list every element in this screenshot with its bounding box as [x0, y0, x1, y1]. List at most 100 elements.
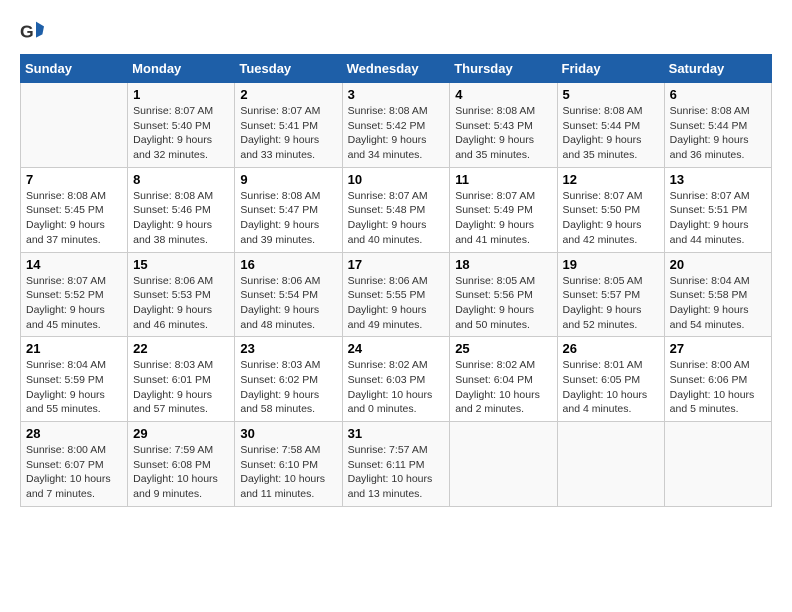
day-number: 10: [348, 172, 445, 187]
day-info: Sunrise: 8:08 AMSunset: 5:42 PMDaylight:…: [348, 104, 445, 163]
calendar-table: SundayMondayTuesdayWednesdayThursdayFrid…: [20, 54, 772, 507]
day-number: 31: [348, 426, 445, 441]
calendar-week-row: 21 Sunrise: 8:04 AMSunset: 5:59 PMDayligh…: [21, 337, 772, 422]
day-info: Sunrise: 8:08 AMSunset: 5:47 PMDaylight:…: [240, 189, 336, 248]
day-number: 3: [348, 87, 445, 102]
day-info: Sunrise: 8:07 AMSunset: 5:52 PMDaylight:…: [26, 274, 122, 333]
calendar-week-row: 28 Sunrise: 8:00 AMSunset: 6:07 PMDayligh…: [21, 422, 772, 507]
calendar-cell: 10 Sunrise: 8:07 AMSunset: 5:48 PMDayligh…: [342, 167, 450, 252]
day-info: Sunrise: 8:08 AMSunset: 5:46 PMDaylight:…: [133, 189, 229, 248]
day-number: 4: [455, 87, 551, 102]
day-info: Sunrise: 8:02 AMSunset: 6:03 PMDaylight:…: [348, 358, 445, 417]
calendar-week-row: 7 Sunrise: 8:08 AMSunset: 5:45 PMDaylight…: [21, 167, 772, 252]
calendar-cell: 20Sunrise: 8:04 AMSunset: 5:58 PMDayligh…: [664, 252, 771, 337]
day-number: 7: [26, 172, 122, 187]
calendar-cell: 14 Sunrise: 8:07 AMSunset: 5:52 PMDayligh…: [21, 252, 128, 337]
calendar-cell: [21, 83, 128, 168]
day-info: Sunrise: 7:57 AMSunset: 6:11 PMDaylight:…: [348, 443, 445, 502]
day-number: 1: [133, 87, 229, 102]
day-info: Sunrise: 8:04 AMSunset: 5:59 PMDaylight:…: [26, 358, 122, 417]
day-info: Sunrise: 7:58 AMSunset: 6:10 PMDaylight:…: [240, 443, 336, 502]
day-number: 13: [670, 172, 766, 187]
day-number: 14: [26, 257, 122, 272]
day-number: 28: [26, 426, 122, 441]
column-header-sunday: Sunday: [21, 55, 128, 83]
day-info: Sunrise: 8:01 AMSunset: 6:05 PMDaylight:…: [563, 358, 659, 417]
day-info: Sunrise: 8:03 AMSunset: 6:02 PMDaylight:…: [240, 358, 336, 417]
day-info: Sunrise: 8:07 AMSunset: 5:51 PMDaylight:…: [670, 189, 766, 248]
day-number: 17: [348, 257, 445, 272]
calendar-cell: 7 Sunrise: 8:08 AMSunset: 5:45 PMDaylight…: [21, 167, 128, 252]
calendar-cell: 17 Sunrise: 8:06 AMSunset: 5:55 PMDayligh…: [342, 252, 450, 337]
day-number: 21: [26, 341, 122, 356]
calendar-cell: 1 Sunrise: 8:07 AMSunset: 5:40 PMDaylight…: [128, 83, 235, 168]
day-info: Sunrise: 8:06 AMSunset: 5:53 PMDaylight:…: [133, 274, 229, 333]
calendar-cell: 23 Sunrise: 8:03 AMSunset: 6:02 PMDayligh…: [235, 337, 342, 422]
calendar-cell: 30 Sunrise: 7:58 AMSunset: 6:10 PMDayligh…: [235, 422, 342, 507]
calendar-cell: 19Sunrise: 8:05 AMSunset: 5:57 PMDayligh…: [557, 252, 664, 337]
day-info: Sunrise: 8:06 AMSunset: 5:55 PMDaylight:…: [348, 274, 445, 333]
calendar-cell: 15 Sunrise: 8:06 AMSunset: 5:53 PMDayligh…: [128, 252, 235, 337]
column-header-tuesday: Tuesday: [235, 55, 342, 83]
calendar-cell: 25 Sunrise: 8:02 AMSunset: 6:04 PMDayligh…: [450, 337, 557, 422]
day-info: Sunrise: 8:07 AMSunset: 5:41 PMDaylight:…: [240, 104, 336, 163]
day-info: Sunrise: 8:02 AMSunset: 6:04 PMDaylight:…: [455, 358, 551, 417]
day-number: 2: [240, 87, 336, 102]
calendar-cell: [557, 422, 664, 507]
day-info: Sunrise: 7:59 AMSunset: 6:08 PMDaylight:…: [133, 443, 229, 502]
logo: G: [20, 20, 48, 44]
day-number: 24: [348, 341, 445, 356]
day-info: Sunrise: 8:00 AMSunset: 6:06 PMDaylight:…: [670, 358, 766, 417]
calendar-week-row: 1 Sunrise: 8:07 AMSunset: 5:40 PMDaylight…: [21, 83, 772, 168]
day-number: 8: [133, 172, 229, 187]
calendar-week-row: 14 Sunrise: 8:07 AMSunset: 5:52 PMDayligh…: [21, 252, 772, 337]
calendar-cell: 6 Sunrise: 8:08 AMSunset: 5:44 PMDaylight…: [664, 83, 771, 168]
day-info: Sunrise: 8:00 AMSunset: 6:07 PMDaylight:…: [26, 443, 122, 502]
calendar-cell: 13 Sunrise: 8:07 AMSunset: 5:51 PMDayligh…: [664, 167, 771, 252]
day-number: 26: [563, 341, 659, 356]
calendar-cell: 31 Sunrise: 7:57 AMSunset: 6:11 PMDayligh…: [342, 422, 450, 507]
day-info: Sunrise: 8:08 AMSunset: 5:43 PMDaylight:…: [455, 104, 551, 163]
day-info: Sunrise: 8:05 AMSunset: 5:56 PMDaylight:…: [455, 274, 551, 333]
day-number: 20: [670, 257, 766, 272]
day-info: Sunrise: 8:07 AMSunset: 5:50 PMDaylight:…: [563, 189, 659, 248]
day-number: 22: [133, 341, 229, 356]
day-number: 11: [455, 172, 551, 187]
calendar-cell: 9 Sunrise: 8:08 AMSunset: 5:47 PMDaylight…: [235, 167, 342, 252]
day-number: 9: [240, 172, 336, 187]
day-number: 5: [563, 87, 659, 102]
day-info: Sunrise: 8:08 AMSunset: 5:44 PMDaylight:…: [563, 104, 659, 163]
day-number: 25: [455, 341, 551, 356]
calendar-cell: 28 Sunrise: 8:00 AMSunset: 6:07 PMDayligh…: [21, 422, 128, 507]
column-header-monday: Monday: [128, 55, 235, 83]
day-number: 15: [133, 257, 229, 272]
day-info: Sunrise: 8:08 AMSunset: 5:45 PMDaylight:…: [26, 189, 122, 248]
calendar-cell: 8 Sunrise: 8:08 AMSunset: 5:46 PMDaylight…: [128, 167, 235, 252]
calendar-cell: 11Sunrise: 8:07 AMSunset: 5:49 PMDayligh…: [450, 167, 557, 252]
calendar-cell: [664, 422, 771, 507]
calendar-cell: 12Sunrise: 8:07 AMSunset: 5:50 PMDayligh…: [557, 167, 664, 252]
calendar-header-row: SundayMondayTuesdayWednesdayThursdayFrid…: [21, 55, 772, 83]
calendar-cell: 26 Sunrise: 8:01 AMSunset: 6:05 PMDayligh…: [557, 337, 664, 422]
day-info: Sunrise: 8:06 AMSunset: 5:54 PMDaylight:…: [240, 274, 336, 333]
day-info: Sunrise: 8:07 AMSunset: 5:48 PMDaylight:…: [348, 189, 445, 248]
calendar-cell: 3 Sunrise: 8:08 AMSunset: 5:42 PMDaylight…: [342, 83, 450, 168]
day-number: 23: [240, 341, 336, 356]
calendar-cell: 27Sunrise: 8:00 AMSunset: 6:06 PMDayligh…: [664, 337, 771, 422]
column-header-saturday: Saturday: [664, 55, 771, 83]
day-number: 6: [670, 87, 766, 102]
calendar-cell: 16 Sunrise: 8:06 AMSunset: 5:54 PMDayligh…: [235, 252, 342, 337]
calendar-cell: 22 Sunrise: 8:03 AMSunset: 6:01 PMDayligh…: [128, 337, 235, 422]
calendar-cell: 24 Sunrise: 8:02 AMSunset: 6:03 PMDayligh…: [342, 337, 450, 422]
day-number: 18: [455, 257, 551, 272]
day-number: 30: [240, 426, 336, 441]
day-number: 16: [240, 257, 336, 272]
calendar-cell: 2 Sunrise: 8:07 AMSunset: 5:41 PMDaylight…: [235, 83, 342, 168]
calendar-cell: 4 Sunrise: 8:08 AMSunset: 5:43 PMDaylight…: [450, 83, 557, 168]
day-info: Sunrise: 8:07 AMSunset: 5:40 PMDaylight:…: [133, 104, 229, 163]
calendar-cell: 29 Sunrise: 7:59 AMSunset: 6:08 PMDayligh…: [128, 422, 235, 507]
day-info: Sunrise: 8:08 AMSunset: 5:44 PMDaylight:…: [670, 104, 766, 163]
day-info: Sunrise: 8:03 AMSunset: 6:01 PMDaylight:…: [133, 358, 229, 417]
svg-text:G: G: [20, 22, 34, 42]
day-number: 29: [133, 426, 229, 441]
